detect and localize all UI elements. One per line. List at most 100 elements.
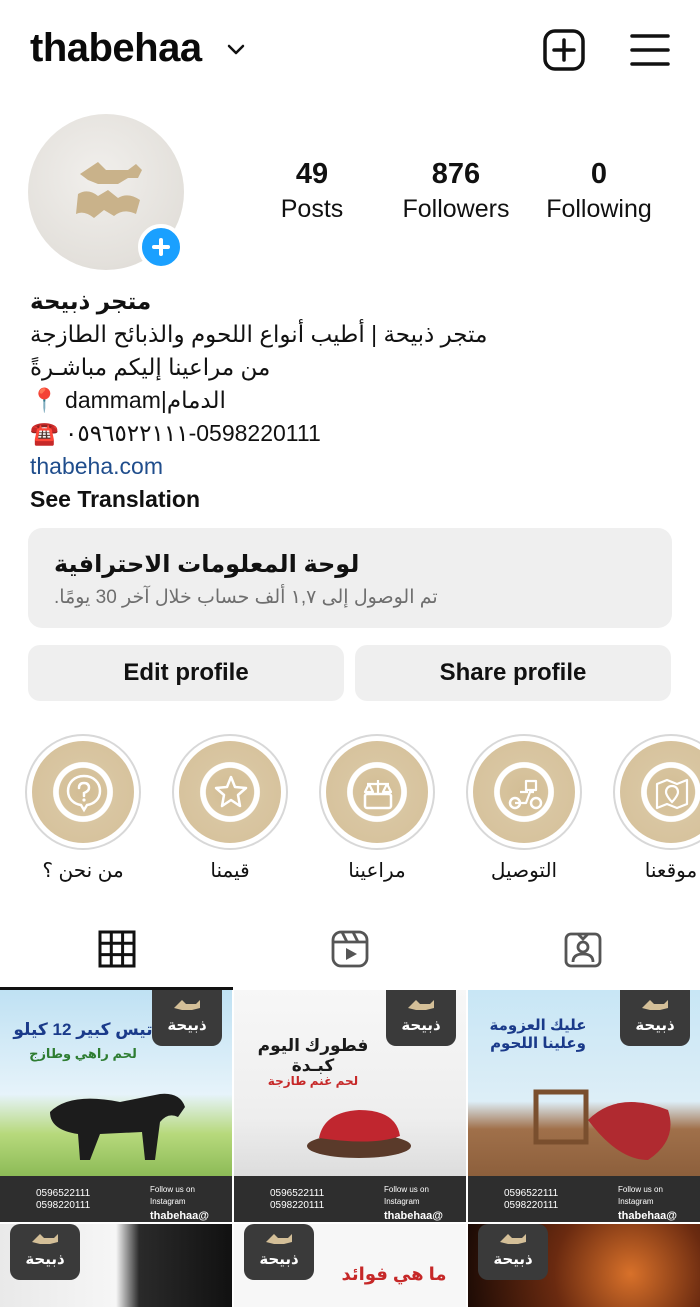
highlight-about-us[interactable]: من نحن ؟ (25, 734, 141, 882)
badge-text: ذبيحة (259, 1251, 299, 1268)
following-count: 0 (590, 158, 608, 190)
post-footer: 0596522111 0598220111 Follow us on Instag… (0, 1176, 232, 1222)
question-bubble-icon (66, 774, 102, 813)
brand-logo-icon (266, 1234, 292, 1244)
grid-icon (98, 930, 136, 968)
followers-label: Followers (402, 195, 510, 223)
brand-badge: ذبيحة (152, 990, 222, 1046)
following-label: Following (546, 195, 652, 223)
highlight-label: قيمنا (210, 860, 250, 882)
tab-reels[interactable] (233, 910, 466, 990)
highlight-values[interactable]: قيمنا (172, 734, 288, 882)
bio-location: 📍 dammam|الدمام (30, 387, 226, 413)
highlight-delivery[interactable]: التوصيل (466, 734, 582, 882)
brand-logo-icon (500, 1234, 526, 1244)
bio-phones: ☎️ ٠٥٩٦٥٢٢١١١-0598220111 (30, 420, 321, 446)
content-tabs (0, 910, 700, 990)
map-pin-icon (655, 778, 689, 810)
posts-grid: تيس كبير 12 كيلو لحم راهي وطازج ذبيحة 05… (0, 990, 700, 1307)
post-thumbnail[interactable]: عليك العزومة وعلينا اللحوم ذبيحة 0596522… (468, 990, 700, 1222)
brand-badge: ذبيحة (244, 1224, 314, 1280)
brand-badge: ذبيحة (478, 1224, 548, 1280)
post-thumbnail[interactable]: ذبيحة (0, 1224, 232, 1307)
post-subtitle: لحم غنم طازجة (267, 1074, 359, 1088)
meat-leg-icon (533, 1089, 671, 1160)
badge-text: ذبيحة (25, 1251, 65, 1268)
share-profile-button[interactable]: Share profile (355, 645, 671, 701)
follow-text: Follow us on Instagram (150, 1185, 195, 1206)
post-thumbnail[interactable]: ذبيحة ما هي فوائد (234, 1224, 466, 1307)
dashboard-subtitle: تم الوصول إلى ١,٧ ألف حساب خلال آخر 30 ي… (54, 587, 438, 608)
badge-text: ذبيحة (401, 1017, 441, 1034)
post-title: تيس كبير 12 كيلو (13, 1020, 153, 1039)
highlight-location[interactable]: موقعنا (613, 734, 700, 882)
followers-stat[interactable]: 876 Followers (396, 158, 516, 224)
new-post-icon[interactable] (542, 28, 586, 72)
phone-1: 0596522111 (504, 1188, 559, 1199)
star-badge-icon (214, 775, 248, 808)
post-subtitle: لحم راهي وطازج (29, 1046, 137, 1061)
following-stat[interactable]: 0 Following (538, 158, 660, 224)
highlight-label: موقعنا (644, 860, 698, 882)
post-thumbnail[interactable]: تيس كبير 12 كيلو لحم راهي وطازج ذبيحة 05… (0, 990, 232, 1222)
website-link[interactable]: thabeha.com (30, 450, 650, 483)
post-footer: 0596522111 0598220111 Follow us on Instag… (234, 1176, 466, 1222)
brand-logo-icon (642, 1000, 668, 1010)
highlight-label: من نحن ؟ (42, 860, 124, 882)
menu-icon[interactable] (630, 32, 670, 68)
instagram-handle: thabehaa@ (384, 1210, 444, 1222)
bio-line-1: متجر ذبيحة | أطيب أنواع اللحوم والذبائح … (30, 321, 488, 347)
post-footer: 0596522111 0598220111 Follow us on Instag… (468, 1176, 700, 1222)
reels-icon (331, 930, 369, 968)
brand-logo-icon (32, 1234, 58, 1244)
brand-badge: ذبيحة (10, 1224, 80, 1280)
follow-text: Follow us on Instagram (384, 1185, 429, 1206)
posts-label: Posts (280, 195, 344, 223)
phone-2: 0598220111 (504, 1200, 559, 1211)
phone-1: 0596522111 (36, 1188, 91, 1199)
phone-1: 0596522111 (270, 1188, 325, 1199)
chevron-down-icon[interactable] (226, 40, 246, 60)
goat-illustration-icon (50, 1093, 185, 1160)
phone-2: 0598220111 (36, 1200, 91, 1211)
profile-header: thabehaa (0, 0, 700, 100)
edit-profile-button[interactable]: Edit profile (28, 645, 344, 701)
post-title: فطورك اليوم كبـدة (257, 1036, 369, 1075)
liver-dish-icon (307, 1110, 411, 1158)
username-switcher[interactable]: thabehaa (30, 26, 202, 71)
delivery-scooter-icon (508, 779, 543, 810)
follow-text: Follow us on Instagram (618, 1185, 663, 1206)
followers-count: 876 (431, 158, 481, 190)
badge-text: ذبيحة (493, 1251, 533, 1268)
posts-count: 49 (295, 158, 329, 190)
tab-tagged[interactable] (466, 910, 699, 990)
tab-posts-grid[interactable] (0, 910, 233, 990)
badge-text: ذبيحة (635, 1017, 675, 1034)
brand-logo-icon (408, 1000, 434, 1010)
post-thumbnail[interactable]: ذبيحة (468, 1224, 700, 1307)
see-translation-link[interactable]: See Translation (30, 483, 650, 516)
post-title: عليك العزومة وعلينا اللحوم (489, 1017, 587, 1052)
brand-logo-icon (76, 162, 142, 218)
dashboard-title: لوحة المعلومات الاحترافية (54, 551, 360, 578)
instagram-handle: thabehaa@ (618, 1210, 678, 1222)
profile-bio: متجر ذبيحة متجر ذبيحة | أطيب أنواع اللحو… (30, 285, 650, 516)
instagram-handle: thabehaa@ (150, 1210, 210, 1222)
add-story-icon[interactable] (138, 224, 184, 270)
post-title: ما هي فوائد (341, 1264, 447, 1284)
highlight-label: مراعينا (348, 860, 406, 882)
tagged-icon (564, 932, 602, 968)
brand-badge: ذبيحة (620, 990, 690, 1046)
professional-dashboard-card[interactable]: لوحة المعلومات الاحترافية تم الوصول إلى … (28, 528, 672, 628)
highlight-label: التوصيل (490, 860, 558, 882)
brand-logo-icon (174, 1000, 200, 1010)
post-thumbnail[interactable]: فطورك اليوم كبـدة لحم غنم طازجة ذبيحة 05… (234, 990, 466, 1222)
display-name: متجر ذبيحة (30, 288, 152, 314)
bio-line-2: من مراعينا إليكم مباشـرةً (30, 354, 271, 380)
phone-2: 0598220111 (270, 1200, 325, 1211)
scale-icon (363, 780, 393, 810)
posts-stat[interactable]: 49 Posts (262, 158, 362, 224)
brand-badge: ذبيحة (386, 990, 456, 1046)
badge-text: ذبيحة (167, 1017, 207, 1034)
highlight-pastures[interactable]: مراعينا (319, 734, 435, 882)
